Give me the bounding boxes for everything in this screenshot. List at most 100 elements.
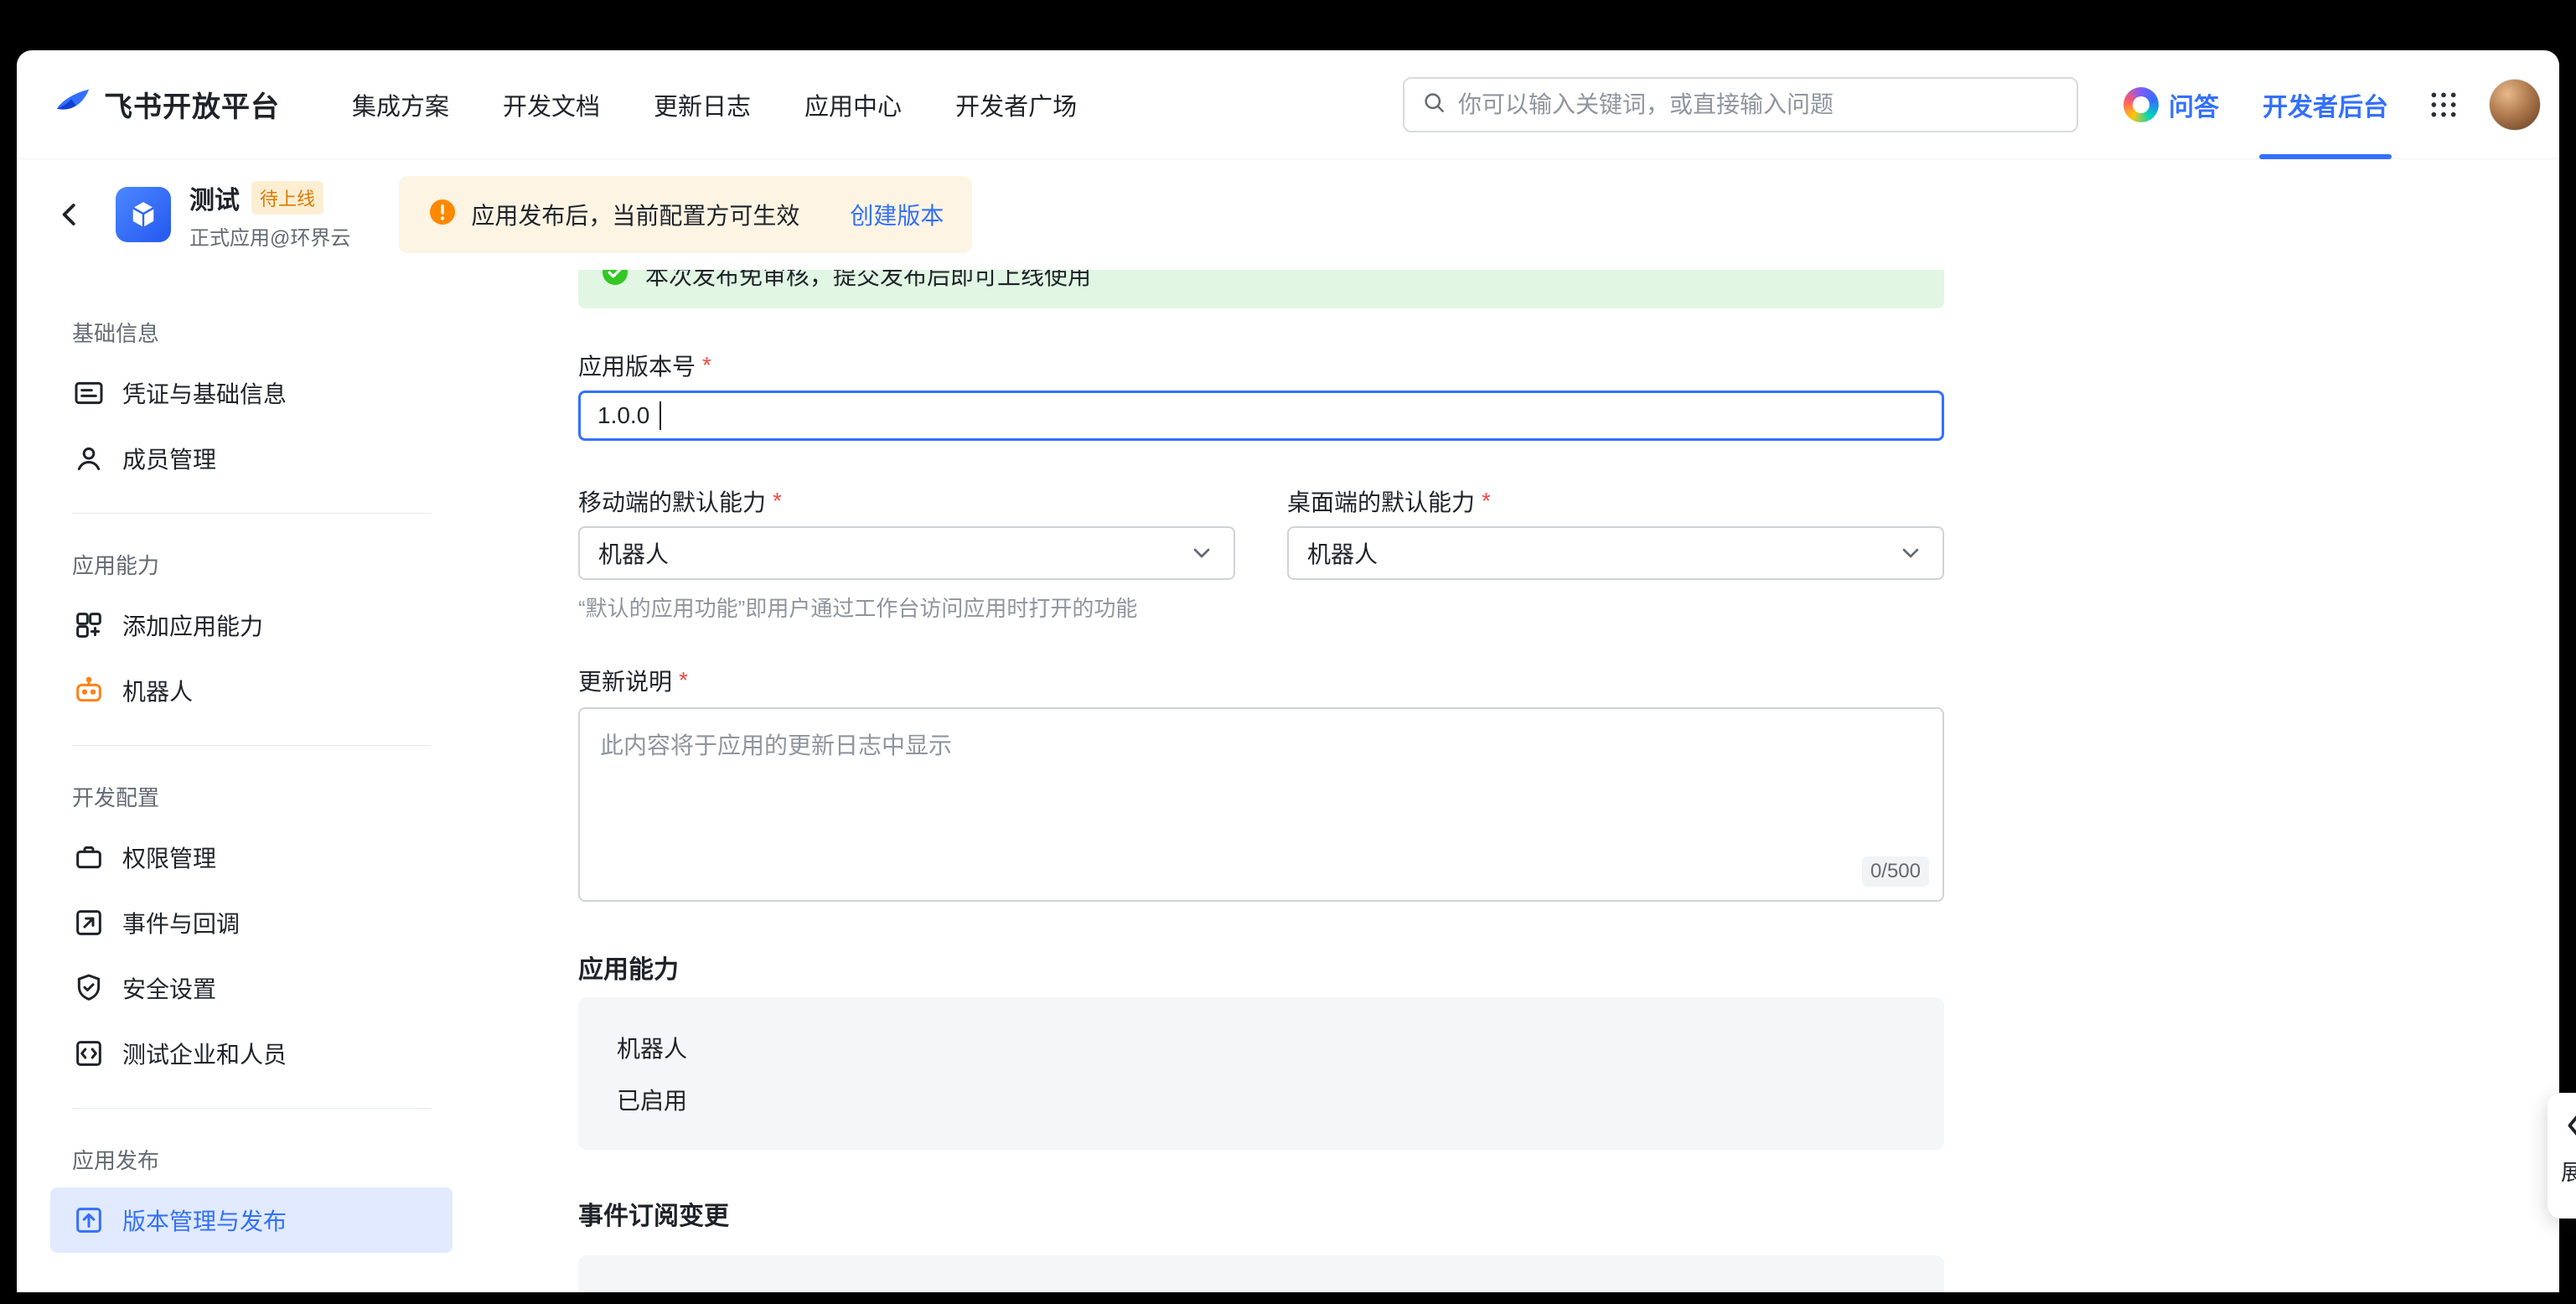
event-section-title: 事件订阅变更 [578,1195,1944,1232]
sidebar-item-credentials[interactable]: 凭证与基础信息 [50,360,453,426]
desktop-capability-label: 桌面端的默认能力 * [1287,484,1944,518]
desktop-capability-field: 桌面端的默认能力 * 机器人 [1287,484,1944,580]
sidebar-divider [72,1108,431,1109]
mobile-capability-select[interactable]: 机器人 [578,526,1235,580]
code-brackets-icon [72,1037,106,1070]
apps-grid-button[interactable] [2427,88,2460,122]
changelog-textarea[interactable] [578,707,1944,902]
event-callback-icon [72,906,106,939]
sidebar-item-version-release[interactable]: 版本管理与发布 [50,1188,453,1253]
event-panel [578,1255,1944,1292]
capability-panel: 机器人 已启用 [578,997,1944,1150]
sidebar-item-label: 测试企业和人员 [122,1037,287,1070]
grid-plus-icon [72,608,106,642]
text-caret [660,401,661,430]
shield-check-icon [72,971,106,1005]
sidebar-item-label: 机器人 [122,674,193,707]
qa-button[interactable]: 问答 [2123,86,2219,123]
sidebar-item-label: 成员管理 [122,442,216,475]
double-chevron-left-icon [2561,1108,2576,1143]
warning-icon [427,197,458,233]
search-box[interactable] [1403,77,2078,132]
sidebar-section-ops-monitor: 运营监控 [50,1286,453,1292]
top-navigation: 飞书开放平台 集成方案 开发文档 更新日志 应用中心 开发者广场 问答 开发者后… [17,50,2559,159]
desktop-select-value: 机器人 [1307,536,1378,570]
capability-name: 机器人 [617,1031,1906,1064]
user-icon [72,442,106,475]
success-banner: 本次发布免审核，提交发布后即可上线使用 [578,270,1944,308]
app-header: 测试 待上线 正式应用@环界云 应用发布后，当前配置方可生效 创建版本 [17,159,2559,270]
desktop-capability-select[interactable]: 机器人 [1287,526,1944,580]
changelog-field-label: 更新说明 * [578,664,1944,697]
char-counter: 0/500 [1862,856,1929,887]
nav-item-appcenter[interactable]: 应用中心 [804,87,902,122]
app-title-block: 测试 待上线 正式应用@环界云 [189,179,350,251]
publish-notice-banner: 应用发布后，当前配置方可生效 创建版本 [399,176,972,253]
content-area: 基础信息 凭证与基础信息 成员管理 应用能力 添加应用能力 机器人 开发配置 [17,270,2559,1292]
sidebar-item-add-capability[interactable]: 添加应用能力 [50,592,453,658]
search-input[interactable] [1458,91,2060,118]
sidebar-item-permissions[interactable]: 权限管理 [50,825,453,890]
sidebar-item-events[interactable]: 事件与回调 [50,890,453,955]
tab-developer-console[interactable]: 开发者后台 [2263,50,2388,159]
nav-item-integration[interactable]: 集成方案 [352,87,449,122]
app-name: 测试 [189,179,240,216]
status-badge: 待上线 [251,181,323,215]
credential-card-icon [72,376,106,410]
chevron-down-icon [1188,540,1215,567]
version-input-wrap [578,391,1944,441]
desktop-label-text: 桌面端的默认能力 [1287,484,1475,518]
capability-hint: “默认的应用功能”即用户通过工作台访问应用时打开的功能 [578,592,1944,622]
chevron-left-icon [54,199,85,230]
capability-selects-row: 移动端的默认能力 * 机器人 桌面端的默认能力 * 机器人 [578,484,1944,580]
sidebar-item-label: 安全设置 [122,971,216,1005]
success-banner-text: 本次发布免审核，提交发布后即可上线使用 [645,270,1091,292]
capability-section-title: 应用能力 [578,949,1944,986]
create-version-link[interactable]: 创建版本 [850,198,944,231]
search-icon [1421,90,1446,119]
qa-ring-icon [2123,87,2159,122]
changelog-label-text: 更新说明 [578,664,672,697]
grid-icon [2427,88,2460,122]
sidebar-item-bot[interactable]: 机器人 [50,658,453,723]
sidebar-item-label: 添加应用能力 [122,608,263,642]
brand[interactable]: 飞书开放平台 [54,83,280,126]
sidebar-item-label: 版本管理与发布 [122,1203,287,1237]
sidebar-section-capabilities: 应用能力 [50,536,453,592]
back-button[interactable] [54,199,85,230]
sidebar-item-label: 凭证与基础信息 [122,376,287,410]
cube-icon [126,197,161,232]
sidebar-section-dev-config: 开发配置 [50,768,453,825]
mobile-select-value: 机器人 [598,536,669,570]
notice-text: 应用发布后，当前配置方可生效 [471,198,799,231]
version-input[interactable] [578,391,1944,441]
feishu-logo-icon [54,83,92,126]
brand-name: 飞书开放平台 [104,84,280,125]
expand-label: 展开 [2561,1156,2576,1187]
nav-item-changelog[interactable]: 更新日志 [654,87,751,122]
qa-label: 问答 [2169,86,2219,123]
sidebar-item-test-org[interactable]: 测试企业和人员 [50,1021,453,1086]
developer-console-label: 开发者后台 [2263,86,2388,123]
required-asterisk: * [1482,488,1491,515]
main-panel: 本次发布免审核，提交发布后即可上线使用 应用版本号 * 移动端的默认能力 * 机… [578,270,1944,1292]
sidebar-item-label: 事件与回调 [122,906,240,939]
nav-item-devplaza[interactable]: 开发者广场 [955,87,1077,122]
expand-toggle[interactable]: 展开 [2548,1093,2576,1219]
sidebar: 基础信息 凭证与基础信息 成员管理 应用能力 添加应用能力 机器人 开发配置 [17,270,486,1292]
app-window: 飞书开放平台 集成方案 开发文档 更新日志 应用中心 开发者广场 问答 开发者后… [17,50,2559,1292]
required-asterisk: * [773,488,782,515]
mobile-capability-field: 移动端的默认能力 * 机器人 [578,484,1235,580]
required-asterisk: * [679,667,688,694]
nav-item-docs[interactable]: 开发文档 [503,87,600,122]
sidebar-item-members[interactable]: 成员管理 [50,426,453,491]
primary-nav: 集成方案 开发文档 更新日志 应用中心 开发者广场 [352,87,1077,122]
sidebar-section-release: 应用发布 [50,1131,453,1188]
sidebar-item-security[interactable]: 安全设置 [50,955,453,1021]
mobile-capability-label: 移动端的默认能力 * [578,484,1235,518]
avatar[interactable] [2489,79,2541,131]
app-icon [116,187,171,242]
sidebar-divider [72,745,431,746]
app-subtitle: 正式应用@环界云 [189,221,350,251]
chevron-down-icon [1897,540,1924,567]
